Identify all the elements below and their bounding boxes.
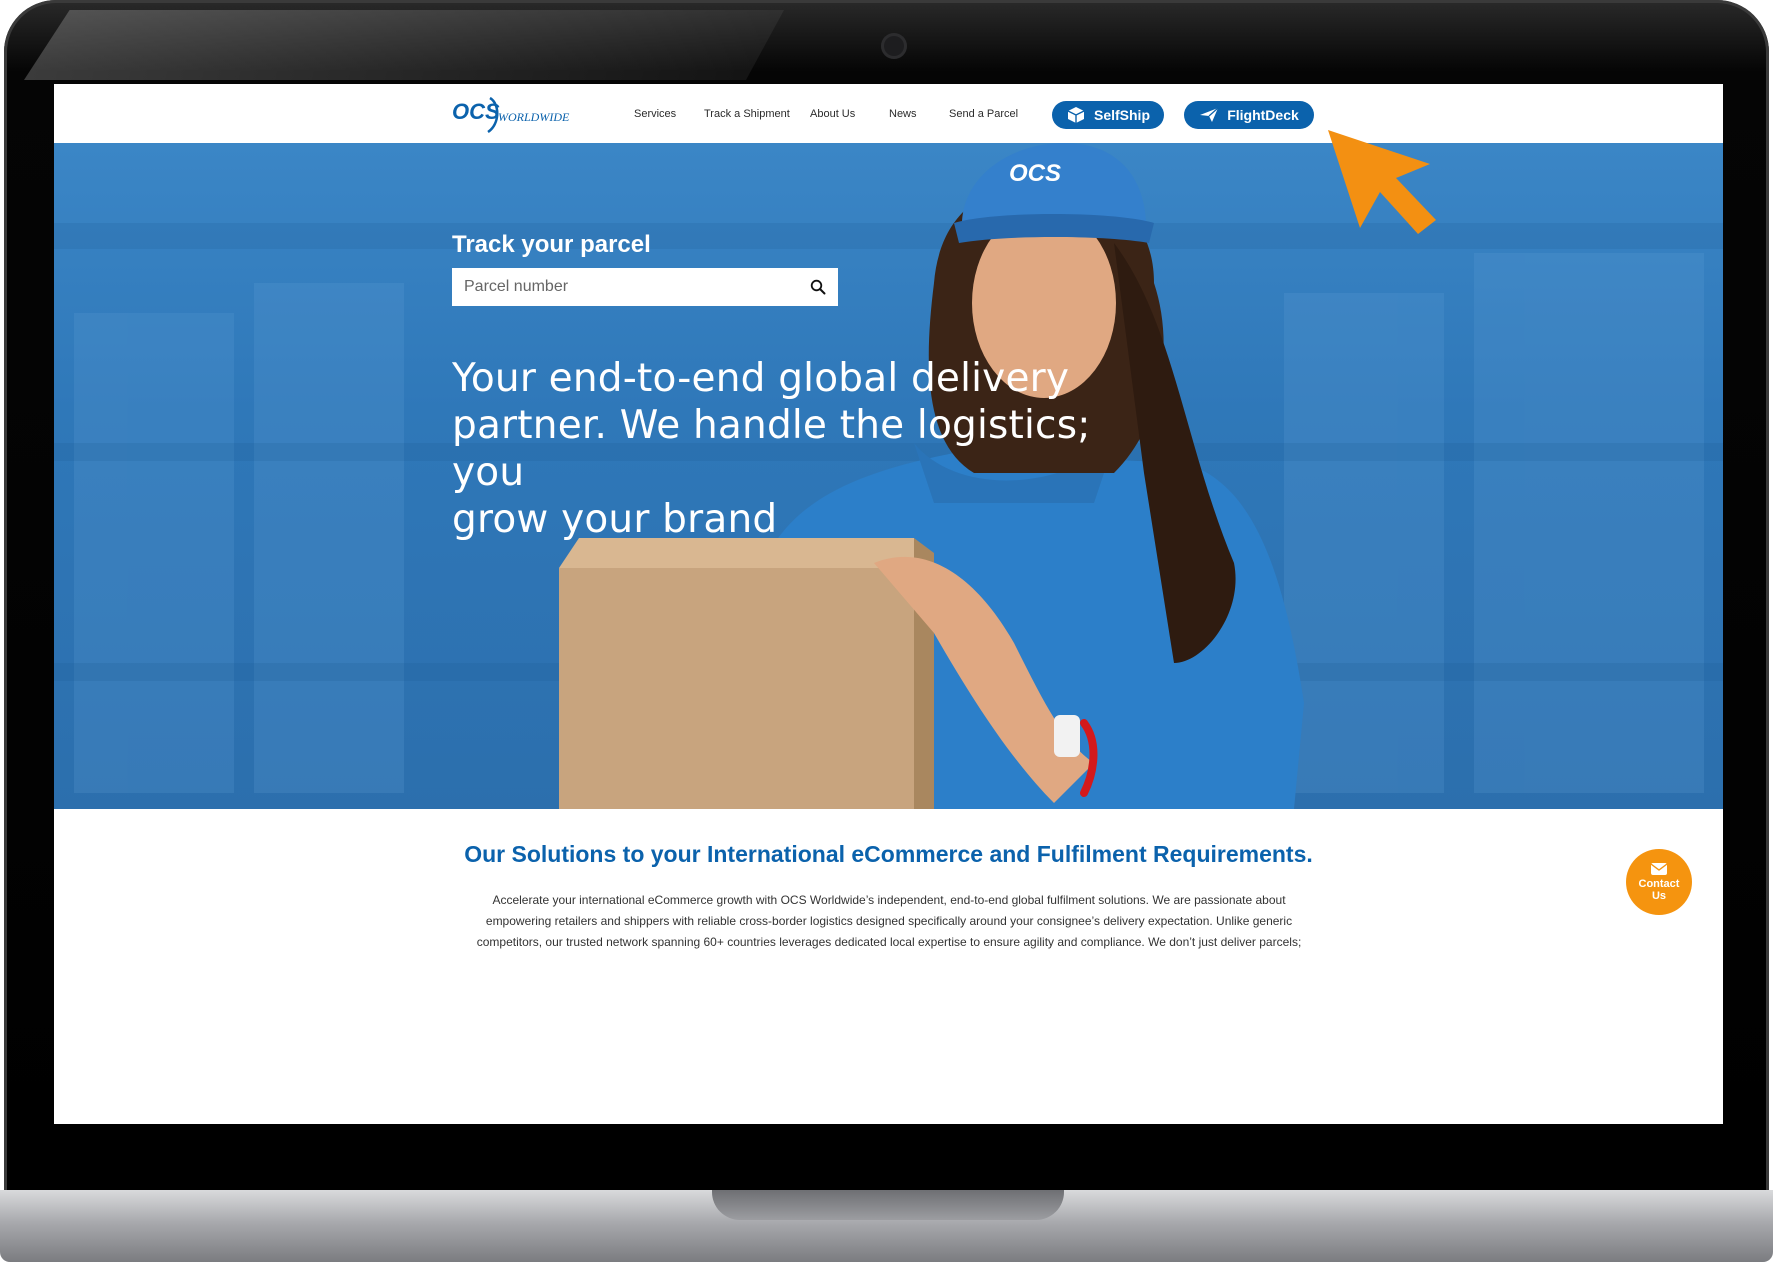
nav-news[interactable]: News [889,108,917,120]
laptop-notch [712,1190,1064,1220]
svg-text:OCS: OCS [452,99,500,124]
nav-track-shipment[interactable]: Track a Shipment [704,108,790,120]
lid-glare [24,10,784,80]
body-line: competitors, our trusted network spannin… [476,935,1302,949]
search-icon [810,279,826,295]
track-form [452,268,838,306]
website-screen: OCS WORLDWIDE Services Track a Shipment … [54,84,1723,1124]
svg-text:WORLDWIDE: WORLDWIDE [498,110,570,124]
body-line: Accelerate your international eCommerce … [492,893,1286,907]
headline-line: grow your brand [452,497,778,542]
paper-plane-icon [1200,107,1219,122]
selfship-label: SelfShip [1093,107,1150,123]
hero-banner: OCS Track your parcel Your end-to-end gl… [54,143,1723,809]
ocs-logo[interactable]: OCS WORLDWIDE [452,94,582,134]
nav-services[interactable]: Services [634,108,676,120]
nav-about-us[interactable]: About Us [810,108,855,120]
solutions-title: Our Solutions to your International eCom… [464,841,1313,867]
parcel-number-input[interactable] [452,268,806,306]
envelope-icon [1650,863,1668,875]
contact-label-2: Us [1651,890,1667,902]
solutions-body: Accelerate your international eCommerce … [454,890,1324,953]
page-cutoff [54,959,1723,1124]
contact-us-button[interactable]: Contact Us [1626,849,1692,915]
camera-icon [881,33,907,59]
headline-line: Your end-to-end global delivery [452,356,1070,401]
hero-headline: Your end-to-end global delivery partner.… [452,355,1152,543]
box-icon [1067,107,1085,123]
track-title: Track your parcel [452,231,651,258]
selfship-button[interactable]: SelfShip [1052,101,1164,129]
svg-text:OCS: OCS [1009,160,1061,187]
flightdeck-label: FlightDeck [1227,107,1299,123]
contact-label-1: Contact [1638,878,1680,890]
flightdeck-button[interactable]: FlightDeck [1184,101,1314,129]
body-line: empowering retailers and shippers with r… [485,914,1293,928]
search-button[interactable] [806,275,830,299]
arrow-cursor-icon [1328,130,1436,234]
nav-send-parcel[interactable]: Send a Parcel [949,108,1018,120]
site-header: OCS WORLDWIDE Services Track a Shipment … [54,84,1723,143]
headline-line: partner. We handle the logistics; you [452,403,1091,495]
